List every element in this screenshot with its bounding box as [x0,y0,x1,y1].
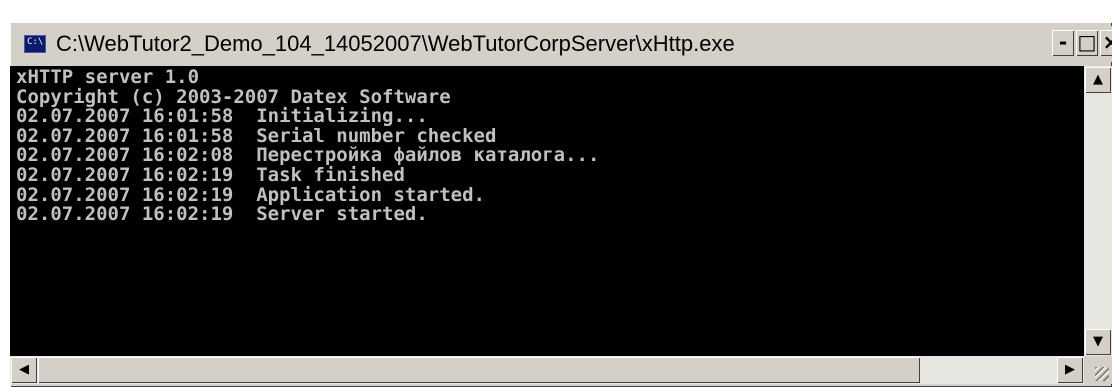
minimize-button[interactable]: - [1052,30,1074,56]
scroll-up-button[interactable]: ▲ [1085,67,1111,93]
console-icon[interactable]: C:\ [24,35,46,53]
title-bar[interactable]: C:\ C:\WebTutor2_Demo_104_14052007\WebTu… [14,26,1112,62]
scroll-down-button[interactable]: ▼ [1085,329,1111,355]
page: C:\ C:\WebTutor2_Demo_104_14052007\WebTu… [0,0,1112,387]
console-icon-label: C:\ [27,37,44,47]
window-title: C:\WebTutor2_Demo_104_14052007\WebTutorC… [56,31,735,56]
close-button[interactable]: × [1100,30,1112,56]
horizontal-scroll-thumb[interactable] [38,357,920,383]
console-output[interactable]: xHTTP server 1.0 Copyright (c) 2003-2007… [10,66,1084,356]
scroll-left-button[interactable]: ◀ [11,357,37,383]
console-frame: xHTTP server 1.0 Copyright (c) 2003-2007… [10,66,1112,387]
maximize-button[interactable]: □ [1076,30,1098,56]
console-window: C:\ C:\WebTutor2_Demo_104_14052007\WebTu… [10,22,1112,387]
cropped-heading-fragment [80,0,1112,22]
resize-grip[interactable] [1084,356,1112,384]
window-controls: - □ × [1052,30,1112,58]
scroll-right-button[interactable]: ▶ [1057,357,1083,383]
console-line: 02.07.2007 16:02:19 Server started. [16,203,428,226]
horizontal-scrollbar[interactable]: ◀ ▶ [10,356,1084,384]
console-text: xHTTP server 1.0 Copyright (c) 2003-2007… [10,66,1084,225]
vertical-scrollbar[interactable]: ▲ ▼ [1084,66,1112,356]
